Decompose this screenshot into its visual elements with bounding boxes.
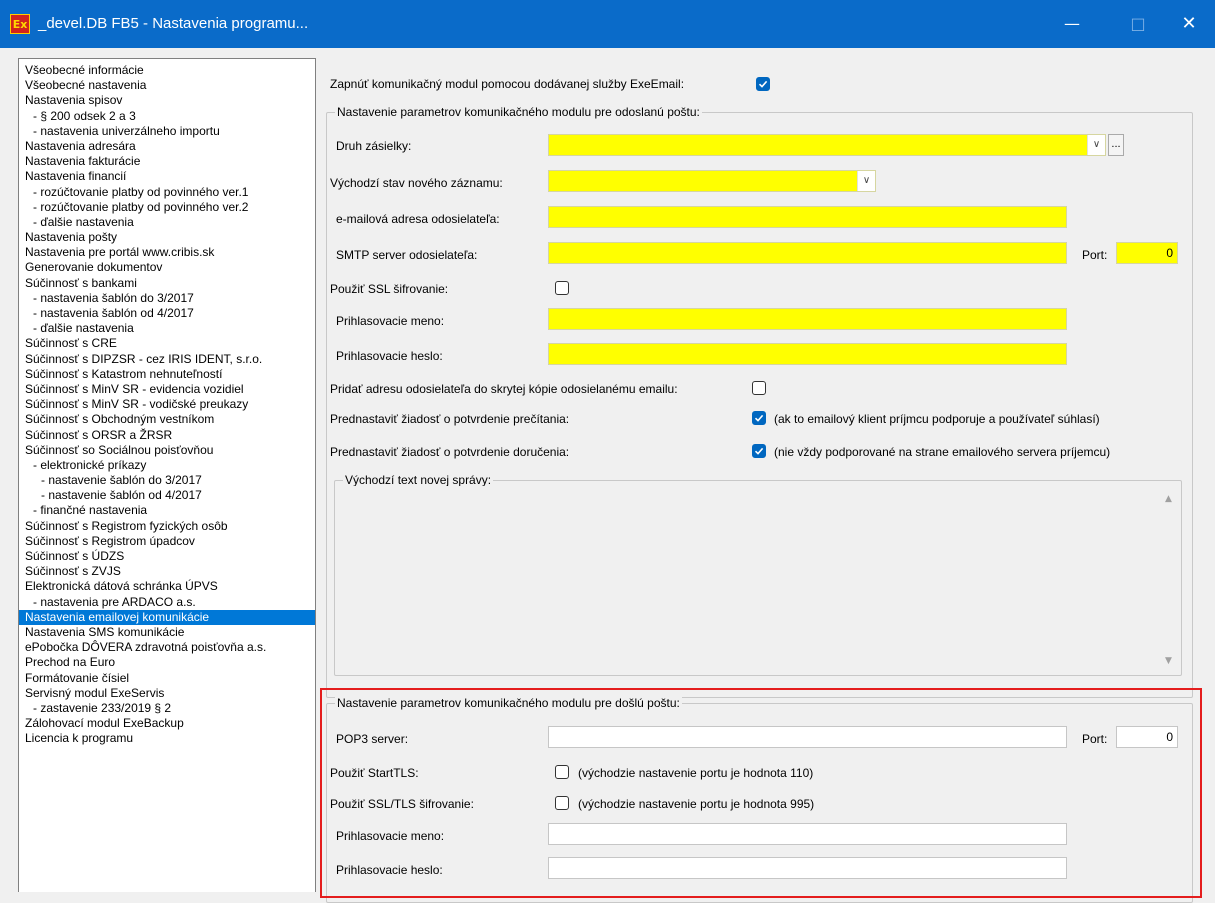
nav-item[interactable]: Nastavenia SMS komunikácie bbox=[19, 625, 315, 640]
nav-item[interactable]: Súčinnosť s bankami bbox=[19, 276, 315, 291]
default-text-title: Východzí text novej správy: bbox=[343, 473, 494, 487]
nav-item[interactable]: ePobočka DÔVERA zdravotná poisťovňa a.s. bbox=[19, 640, 315, 655]
smtp-server-input[interactable] bbox=[548, 242, 1067, 264]
delivery-receipt-label: Prednastaviť žiadosť o potvrdenie doruče… bbox=[330, 445, 570, 459]
nav-item[interactable]: Nastavenia pošty bbox=[19, 230, 315, 245]
login-name-label: Prihlasovacie meno: bbox=[336, 314, 445, 328]
sender-email-input[interactable] bbox=[548, 206, 1067, 228]
title-bar: Ex _devel.DB FB5 - Nastavenia programu..… bbox=[0, 0, 1215, 48]
outgoing-mail-group-title: Nastavenie parametrov komunikačného modu… bbox=[335, 105, 702, 119]
nav-item[interactable]: Servisný modul ExeServis bbox=[19, 686, 315, 701]
maximize-icon: □ bbox=[1130, 14, 1146, 33]
nav-item[interactable]: Formátovanie čísiel bbox=[19, 671, 315, 686]
nav-item[interactable]: Generovanie dokumentov bbox=[19, 260, 315, 275]
nav-item[interactable]: - nastavenia pre ARDACO a.s. bbox=[19, 595, 315, 610]
login-name-input[interactable] bbox=[548, 308, 1067, 330]
nav-item[interactable]: Súčinnosť so Sociálnou poisťovňou bbox=[19, 443, 315, 458]
druh-zasielky-combo[interactable]: ∨ bbox=[548, 134, 1106, 156]
bcc-sender-checkbox[interactable] bbox=[752, 381, 766, 395]
smtp-port-input[interactable]: 0 bbox=[1116, 242, 1178, 264]
nav-item[interactable]: Nastavenia fakturácie bbox=[19, 154, 315, 169]
chevron-down-icon[interactable]: ∨ bbox=[1087, 135, 1105, 155]
nav-item[interactable]: - nastavenia šablón do 3/2017 bbox=[19, 291, 315, 306]
nav-item[interactable]: Súčinnosť s DIPZSR - cez IRIS IDENT, s.r… bbox=[19, 352, 315, 367]
app-icon: Ex bbox=[10, 14, 30, 34]
nav-item[interactable]: - rozúčtovanie platby od povinného ver.2 bbox=[19, 200, 315, 215]
enable-module-checkbox[interactable] bbox=[756, 77, 770, 91]
close-icon[interactable]: ✕ bbox=[1166, 0, 1212, 48]
minimize-icon[interactable]: — bbox=[1049, 0, 1095, 48]
nav-item[interactable]: Súčinnosť s Registrom fyzických osôb bbox=[19, 519, 315, 534]
nav-item[interactable]: Prechod na Euro bbox=[19, 655, 315, 670]
nav-item[interactable]: - elektronické príkazy bbox=[19, 458, 315, 473]
settings-nav-list[interactable]: Všeobecné informácie Všeobecné nastavenia… bbox=[18, 58, 316, 892]
nav-item[interactable]: Všeobecné informácie bbox=[19, 63, 315, 78]
nav-item[interactable]: - § 200 odsek 2 a 3 bbox=[19, 109, 315, 124]
highlight-annotation-box bbox=[320, 688, 1202, 898]
enable-module-label: Zapnúť komunikačný modul pomocou dodávan… bbox=[330, 77, 685, 91]
sender-email-label: e-mailová adresa odosielateľa: bbox=[336, 212, 500, 226]
scroll-up-icon[interactable]: ▲ bbox=[1165, 494, 1172, 504]
nav-item[interactable]: - ďalšie nastavenia bbox=[19, 321, 315, 336]
nav-item[interactable]: Nastavenia spisov bbox=[19, 93, 315, 108]
default-text-area[interactable] bbox=[336, 486, 1180, 674]
nav-item[interactable]: Súčinnosť s ORSR a ŽRSR bbox=[19, 428, 315, 443]
login-password-label: Prihlasovacie heslo: bbox=[336, 349, 443, 363]
nav-item[interactable]: Súčinnosť s ZVJS bbox=[19, 564, 315, 579]
nav-item[interactable]: Zálohovací modul ExeBackup bbox=[19, 716, 315, 731]
nav-item[interactable]: Súčinnosť s MinV SR - vodičské preukazy bbox=[19, 397, 315, 412]
nav-item[interactable]: - finančné nastavenia bbox=[19, 503, 315, 518]
nav-item[interactable]: Súčinnosť s MinV SR - evidencia vozidiel bbox=[19, 382, 315, 397]
nav-item[interactable]: - nastavenie šablón do 3/2017 bbox=[19, 473, 315, 488]
ssl-label: Použiť SSL šifrovanie: bbox=[330, 282, 449, 296]
window-title: _devel.DB FB5 - Nastavenia programu... bbox=[38, 15, 309, 32]
read-receipt-checkbox[interactable] bbox=[752, 411, 766, 425]
login-password-input[interactable] bbox=[548, 343, 1067, 365]
nav-item[interactable]: - nastavenia šablón od 4/2017 bbox=[19, 306, 315, 321]
nav-item[interactable]: Súčinnosť s Katastrom nehnuteľností bbox=[19, 367, 315, 382]
nav-item[interactable]: - rozúčtovanie platby od povinného ver.1 bbox=[19, 185, 315, 200]
nav-item[interactable]: Nastavenia pre portál www.cribis.sk bbox=[19, 245, 315, 260]
default-state-label: Východzí stav nového záznamu: bbox=[330, 176, 503, 190]
nav-item[interactable]: - nastavenie šablón od 4/2017 bbox=[19, 488, 315, 503]
nav-item[interactable]: Súčinnosť s ÚDZS bbox=[19, 549, 315, 564]
smtp-port-label: Port: bbox=[1082, 248, 1108, 262]
read-receipt-label: Prednastaviť žiadosť o potvrdenie prečít… bbox=[330, 412, 570, 426]
nav-item[interactable]: Súčinnosť s Obchodným vestníkom bbox=[19, 412, 315, 427]
nav-item[interactable]: Súčinnosť s CRE bbox=[19, 336, 315, 351]
nav-item-selected[interactable]: Nastavenia emailovej komunikácie bbox=[19, 609, 315, 625]
scroll-down-icon[interactable]: ▼ bbox=[1165, 656, 1172, 666]
bcc-sender-label: Pridať adresu odosielateľa do skrytej kó… bbox=[330, 382, 678, 396]
read-receipt-note: (ak to emailový klient príjmcu podporuje… bbox=[774, 412, 1100, 426]
druh-zasielky-label: Druh zásielky: bbox=[336, 139, 412, 153]
nav-item[interactable]: Všeobecné nastavenia bbox=[19, 78, 315, 93]
delivery-receipt-note: (nie vždy podporované na strane emailové… bbox=[774, 445, 1111, 459]
nav-item[interactable]: Nastavenia financií bbox=[19, 169, 315, 184]
nav-item[interactable]: - nastavenia univerzálneho importu bbox=[19, 124, 315, 139]
nav-item[interactable]: Súčinnosť s Registrom úpadcov bbox=[19, 534, 315, 549]
smtp-server-label: SMTP server odosielateľa: bbox=[336, 248, 478, 262]
druh-zasielky-browse-button[interactable]: ... bbox=[1108, 134, 1124, 156]
chevron-down-icon[interactable]: ∨ bbox=[857, 171, 875, 191]
ssl-checkbox[interactable] bbox=[555, 281, 569, 295]
nav-item[interactable]: - zastavenie 233/2019 § 2 bbox=[19, 701, 315, 716]
nav-item[interactable]: Licencia k programu bbox=[19, 731, 315, 746]
default-state-combo[interactable]: ∨ bbox=[548, 170, 876, 192]
nav-item[interactable]: - ďalšie nastavenia bbox=[19, 215, 315, 230]
nav-item[interactable]: Elektronická dátová schránka ÚPVS bbox=[19, 579, 315, 594]
nav-item[interactable]: Nastavenia adresára bbox=[19, 139, 315, 154]
delivery-receipt-checkbox[interactable] bbox=[752, 444, 766, 458]
